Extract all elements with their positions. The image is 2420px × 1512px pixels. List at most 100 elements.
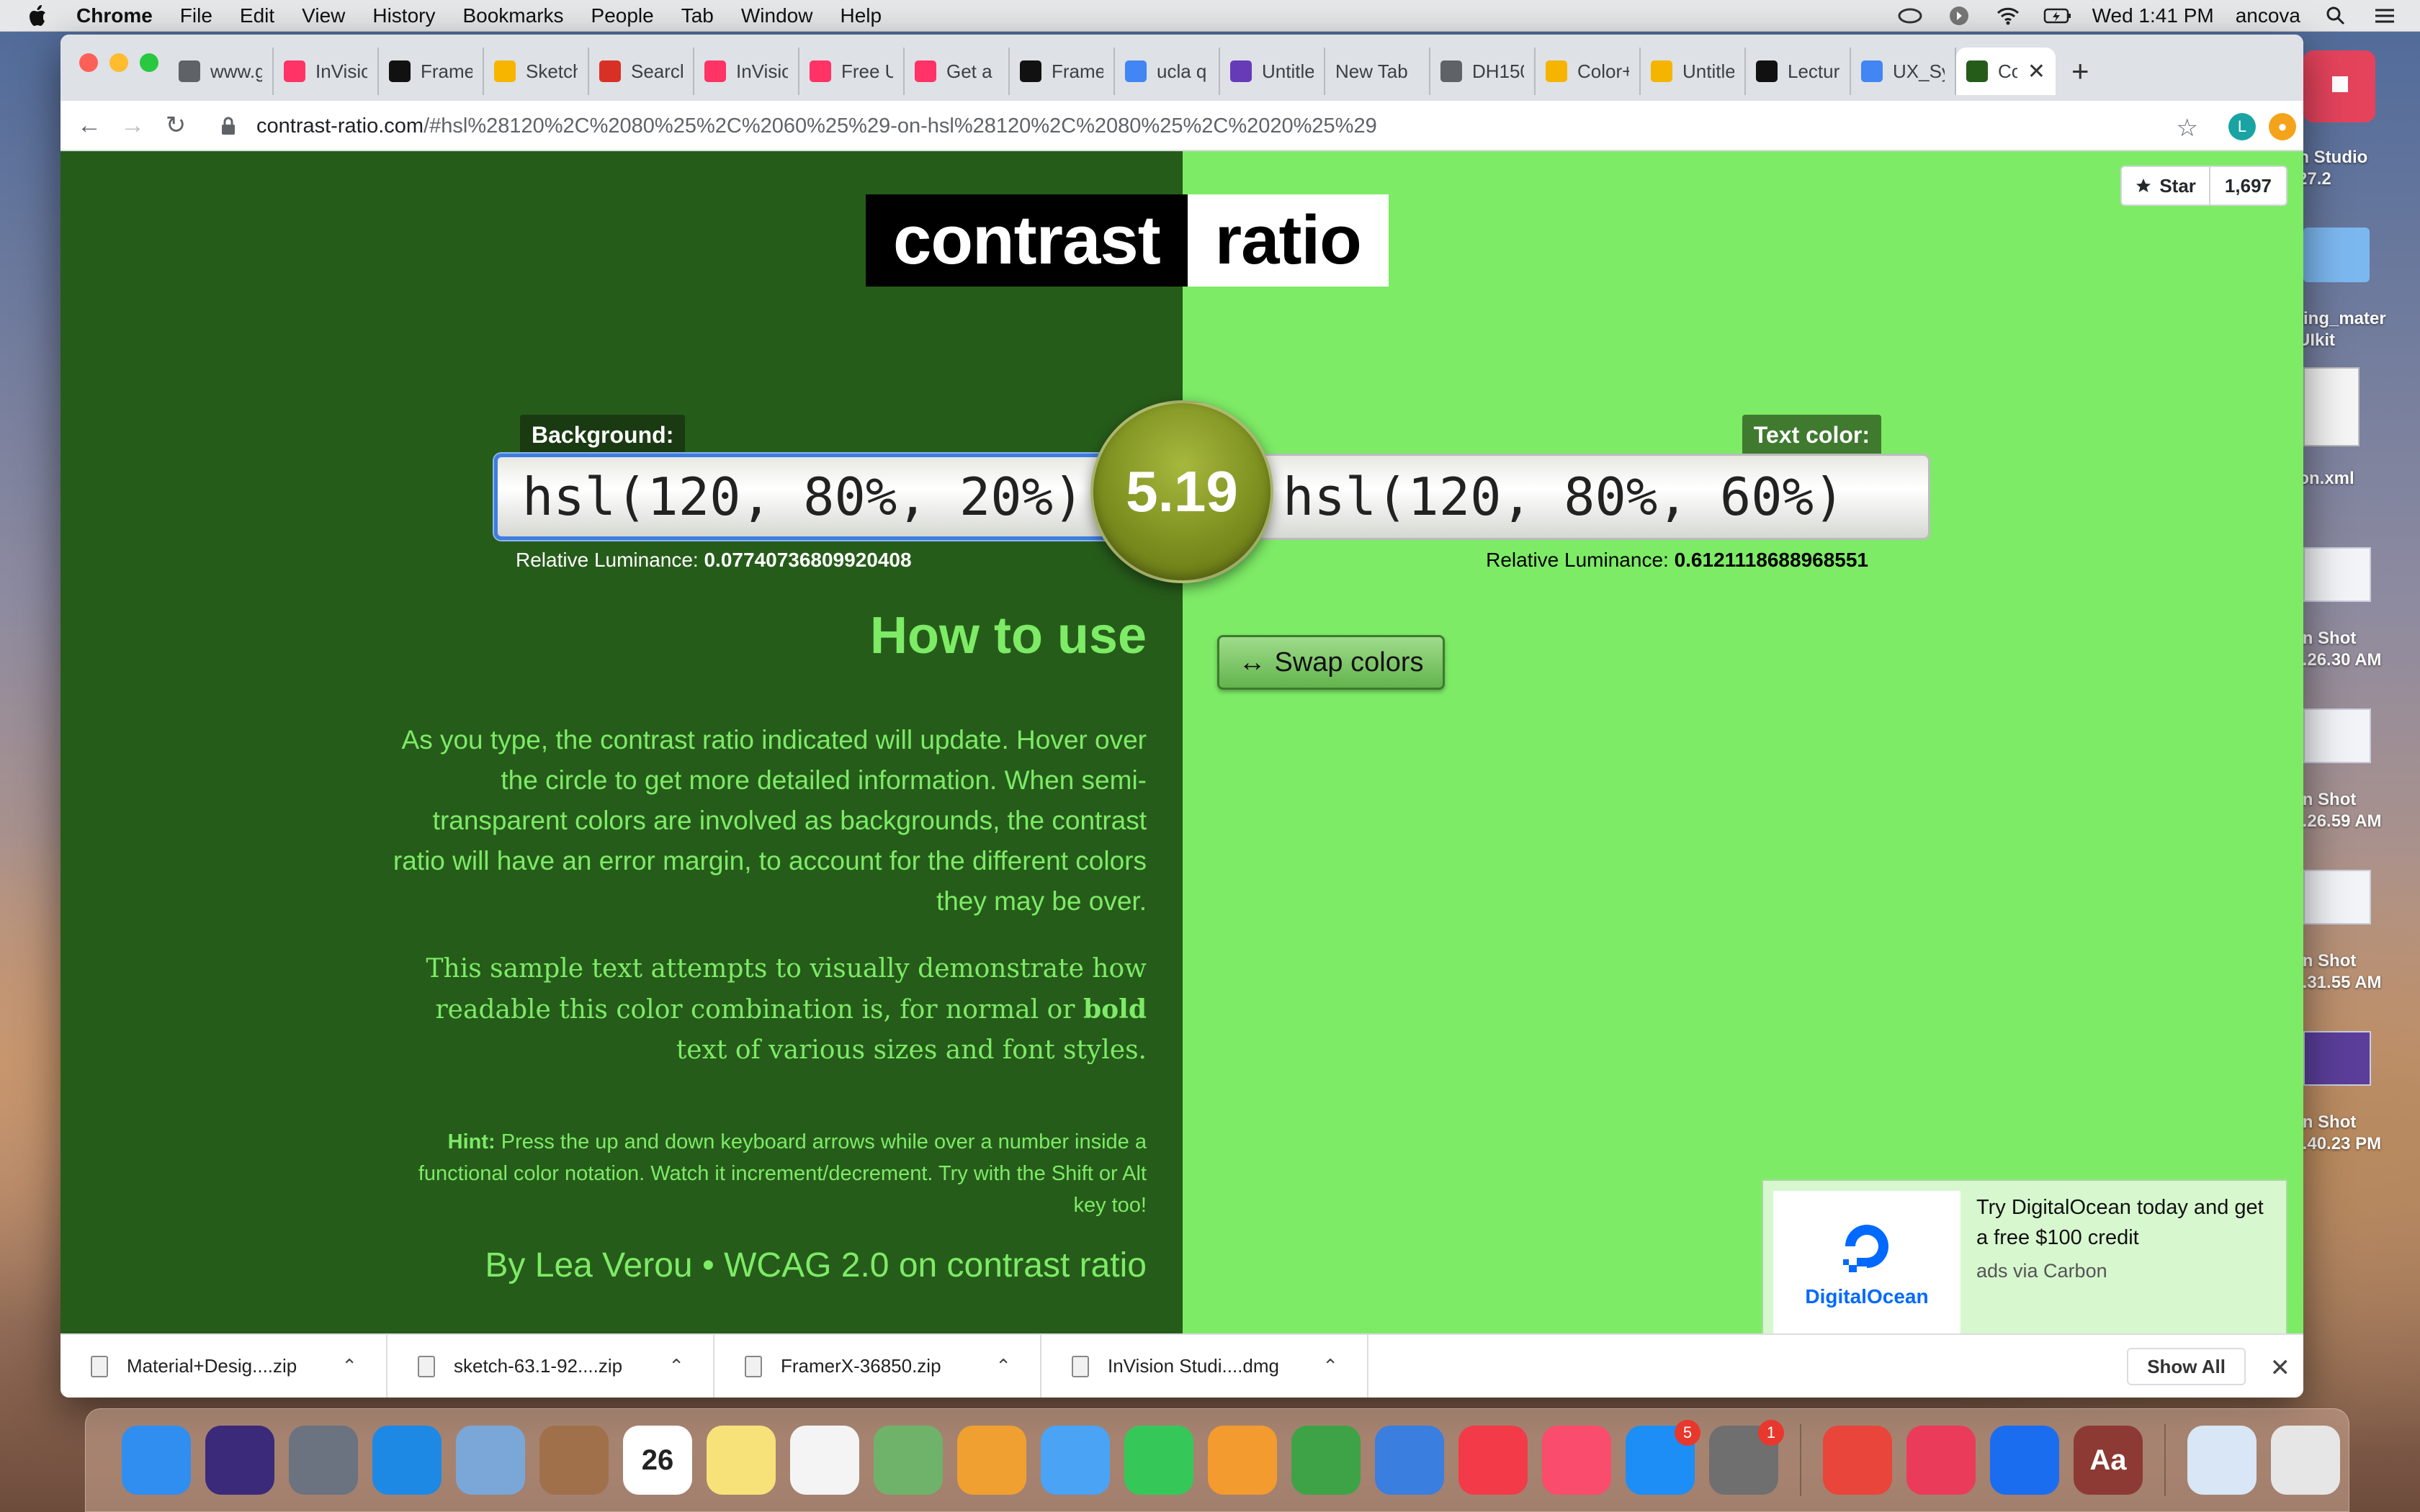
menu-app-name[interactable]: Chrome [76,4,153,27]
browser-tab[interactable]: UX_Sy [1851,48,1956,95]
menu-help[interactable]: Help [840,4,882,27]
browser-tab[interactable]: Free U [799,48,905,95]
framer-icon[interactable] [1990,1426,2059,1495]
apple-menu-icon[interactable] [27,4,49,28]
reminders-icon[interactable] [790,1426,859,1495]
text-color-input[interactable]: hsl(120, 80%, 60%) [1256,454,1930,540]
ad-text[interactable]: Try DigitalOcean today and get a free $1… [1976,1192,2279,1253]
address-bar[interactable]: contrast-ratio.com/#hsl%28120%2C%2080%25… [220,108,2208,144]
chevron-up-icon[interactable]: ⌃ [1322,1355,1338,1377]
minimize-window-button[interactable] [109,53,128,72]
browser-tab[interactable]: ucla q [1115,48,1220,95]
chevron-up-icon[interactable]: ⌃ [995,1355,1011,1377]
author-credit-link[interactable]: By Lea Verou • WCAG 2.0 on contrast rati… [485,1246,1147,1285]
arrow-circle-icon[interactable] [1945,6,1973,26]
github-star-button[interactable]: Star [2122,167,2210,204]
calendar-icon[interactable]: 26 [623,1426,692,1495]
menu-window[interactable]: Window [741,4,813,27]
browser-tab[interactable]: InVisio [694,48,799,95]
reload-icon[interactable]: ↻ [161,111,190,140]
menu-people[interactable]: People [591,4,654,27]
extension-icon[interactable]: ● [2269,113,2296,140]
facetime-icon[interactable] [1124,1426,1193,1495]
bookmark-star-icon[interactable]: ☆ [2177,114,2198,143]
browser-tab[interactable]: DH150 [1430,48,1536,95]
menu-edit[interactable]: Edit [240,4,274,27]
close-shelf-icon[interactable]: ✕ [2270,1354,2291,1382]
browser-tab[interactable]: Frame [1010,48,1115,95]
system-preferences-icon[interactable]: 1 [1709,1420,1784,1495]
menu-view[interactable]: View [302,4,345,27]
close-tab-icon[interactable]: ✕ [2027,59,2045,84]
show-all-downloads-button[interactable]: Show All [2127,1348,2246,1385]
digitalocean-logo[interactable]: DigitalOcean [1773,1191,1960,1333]
back-arrow-icon[interactable]: ← [75,111,104,140]
mail-icon[interactable] [456,1426,525,1495]
menu-history[interactable]: History [372,4,435,27]
messages-icon[interactable] [1041,1426,1110,1495]
wifi-icon[interactable] [1994,6,2022,26]
browser-tab[interactable]: Untitle [1641,48,1746,95]
keynote-icon[interactable] [1375,1426,1444,1495]
notification-center-icon[interactable] [2371,6,2398,26]
github-star-count[interactable]: 1,697 [2210,167,2286,204]
github-star-widget[interactable]: Star 1,697 [2120,166,2287,206]
maps-icon[interactable] [874,1426,943,1495]
downloads-stack-icon[interactable] [2187,1426,2257,1495]
carbon-ad[interactable]: DigitalOcean Try DigitalOcean today and … [1762,1179,2287,1333]
news-icon[interactable] [1458,1426,1528,1495]
menubar-clock[interactable]: Wed 1:41 PM [2092,4,2214,27]
trash-icon[interactable] [2271,1426,2340,1495]
download-item[interactable]: InVision Studi....dmg ⌃ [1041,1334,1368,1398]
screenflow-icon[interactable] [1906,1426,1976,1495]
notes-icon[interactable] [707,1426,776,1495]
photos-icon[interactable] [957,1426,1026,1495]
ad-attribution[interactable]: ads via Carbon [1976,1260,2107,1282]
battery-icon[interactable] [2043,6,2071,26]
forward-arrow-icon[interactable]: → [118,111,147,140]
dictionary-icon[interactable]: Aa [2074,1426,2143,1495]
screenshot-thumbnail[interactable] [2303,708,2371,763]
appstore-icon[interactable]: 5 [1626,1420,1700,1495]
chrome-icon[interactable] [1823,1426,1892,1495]
background-color-input[interactable]: hsl(120, 80%, 20%) [494,454,1142,540]
browser-tab[interactable]: Sketch [484,48,589,95]
browser-tab[interactable]: New Tab [1325,48,1430,95]
menu-tab[interactable]: Tab [681,4,714,27]
profile-avatar[interactable]: L [2228,113,2256,140]
invision-studio-app-icon[interactable] [2303,50,2375,122]
screenshot-thumbnail[interactable] [2303,547,2371,602]
swap-colors-button[interactable]: ↔ Swap colors [1217,635,1445,690]
siri-icon[interactable] [205,1426,274,1495]
chevron-up-icon[interactable]: ⌃ [341,1355,357,1377]
music-icon[interactable] [1542,1426,1611,1495]
menu-bookmarks[interactable]: Bookmarks [462,4,563,27]
browser-tab[interactable]: Lectur [1746,48,1851,95]
menu-file[interactable]: File [180,4,212,27]
creative-cloud-icon[interactable] [1896,6,1924,26]
screenshot-thumbnail[interactable] [2303,1031,2371,1086]
contacts-icon[interactable] [539,1426,609,1495]
browser-tab[interactable]: Framer [379,48,484,95]
finder-icon[interactable] [122,1426,191,1495]
pages-icon[interactable] [1208,1426,1277,1495]
download-item[interactable]: FramerX-36850.zip ⌃ [714,1334,1041,1398]
xml-file-icon[interactable] [2303,367,2360,446]
browser-tab[interactable]: Get a [905,48,1010,95]
browser-tab[interactable]: Color+ [1536,48,1641,95]
download-item[interactable]: sketch-63.1-92....zip ⌃ [387,1334,714,1398]
close-window-button[interactable] [79,53,98,72]
download-item[interactable]: Material+Desig....zip ⌃ [60,1334,387,1398]
browser-tab[interactable]: Search [589,48,694,95]
browser-tab[interactable]: www.g [169,48,274,95]
screenshot-thumbnail[interactable] [2303,870,2371,924]
numbers-icon[interactable] [1291,1426,1361,1495]
browser-tab[interactable]: InVisio [274,48,379,95]
launchpad-icon[interactable] [289,1426,358,1495]
browser-tab[interactable]: Co ✕ [1956,48,2056,95]
browser-tab[interactable]: Untitle [1220,48,1325,95]
new-tab-button[interactable]: + [2071,48,2089,95]
safari-icon[interactable] [372,1426,442,1495]
menubar-user[interactable]: ancova [2236,4,2300,27]
folder-icon[interactable] [2303,228,2370,282]
